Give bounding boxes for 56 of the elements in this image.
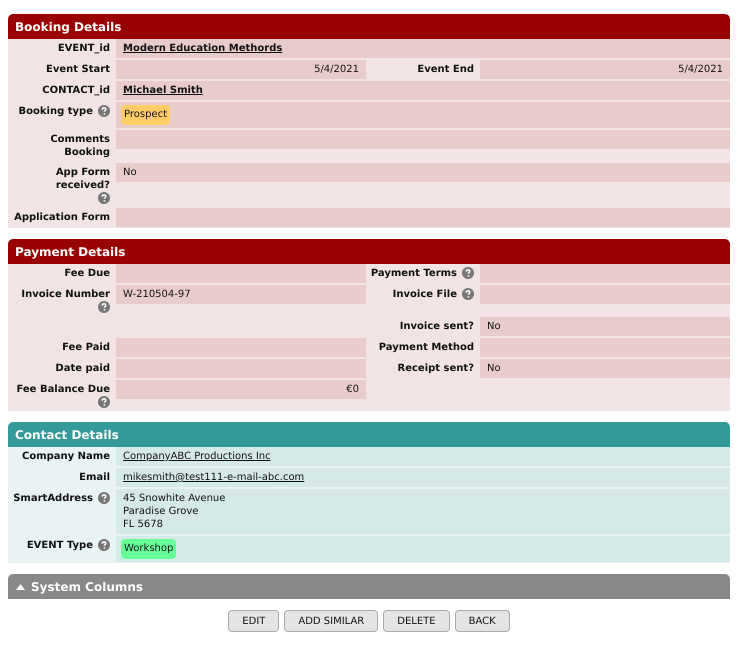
section-title: System Columns [31,580,144,594]
field-label: Invoice File [392,288,457,301]
field-label: CONTACT_id [42,84,110,97]
field-label: Invoice Number [21,288,110,301]
field-value: €0 [346,384,359,395]
action-button[interactable]: BACK [454,610,510,632]
caret-icon [16,584,25,590]
action-button[interactable]: DELETE [383,610,450,632]
help-icon[interactable] [98,539,110,551]
field-label: Event Start [46,63,110,76]
help-icon[interactable] [98,105,110,117]
field-value: W-210504-97 [123,289,191,300]
section-header: Booking Details [8,14,730,39]
help-icon[interactable] [98,396,110,408]
field-value: No [487,363,501,374]
collapsed-section-header[interactable]: System Columns [8,574,730,599]
field-label: Event End [417,63,474,76]
record-link[interactable]: Modern Education Methords [123,43,282,54]
section-header: Contact Details [8,422,730,447]
field-label: Comments Booking [49,133,110,159]
field-label: Receipt sent? [398,362,474,375]
section-header: Payment Details [8,239,730,264]
field-label: Fee Due [64,267,110,280]
field-label: Invoice sent? [400,320,474,333]
help-icon[interactable] [98,492,110,504]
field-value: 5/4/2021 [314,64,359,75]
action-button[interactable]: EDIT [228,610,280,632]
help-icon[interactable] [98,192,110,204]
status-tag: Prospect [121,105,170,125]
status-tag: Workshop [121,539,176,559]
field-label: Payment Terms [370,267,457,280]
field-label: Date paid [55,362,110,375]
record-link[interactable]: Michael Smith [123,85,203,96]
field-value: No [487,321,501,332]
field-value: 5/4/2021 [678,64,723,75]
field-label: App Form received? [54,166,110,192]
help-icon[interactable] [462,267,474,279]
help-icon[interactable] [98,301,110,313]
action-button[interactable]: ADD SIMILAR [284,610,378,632]
record-link[interactable]: CompanyABC Productions Inc [123,451,271,462]
field-label: Booking type [18,105,93,118]
field-label: Fee Paid [62,341,110,354]
field-label: Company Name [22,450,110,463]
field-label: EVENT Type [26,539,93,552]
record-link[interactable]: mikesmith@test111-e-mail-abc.com [123,472,304,483]
address-line: 45 Snowhite Avenue [123,492,226,505]
help-icon[interactable] [462,288,474,300]
field-label: Email [79,471,110,484]
field-label: Application Form [14,211,110,224]
field-label: Fee Balance Due [16,383,110,396]
address-line: FL 5678 [123,518,164,531]
field-label: Payment Method [378,341,474,354]
field-value: No [123,167,137,178]
field-label: SmartAddress [13,492,93,505]
address-line: Paradise Grove [123,505,200,518]
field-label: EVENT_id [58,42,110,55]
